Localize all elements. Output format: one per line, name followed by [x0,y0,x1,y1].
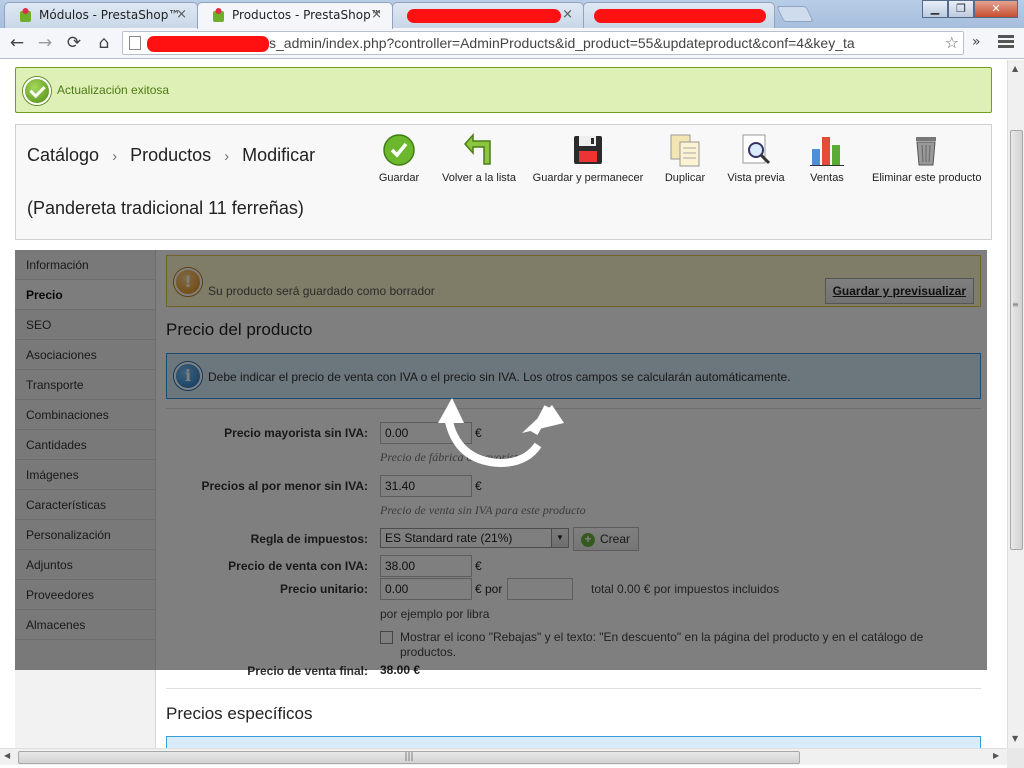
browser-tab-redacted-2[interactable] [583,2,775,28]
address-bar[interactable]: s_admin/index.php?controller=AdminProduc… [122,31,964,55]
loading-overlay [15,250,987,670]
page-icon [129,36,141,50]
maximize-window-button[interactable]: ❐ [948,0,974,18]
new-tab-button[interactable] [776,6,814,22]
success-message: Actualización exitosa [57,83,170,97]
browser-tab-redacted-1[interactable]: × [392,2,584,28]
success-check-icon [23,77,51,105]
page-title: (Pandereta tradicional 11 ferreñas) [27,198,304,218]
back-to-list-label: Volver a la lista [442,172,516,184]
back-to-list-button[interactable]: Volver a la lista [436,133,522,184]
duplicate-label: Duplicar [664,172,706,184]
scroll-left-icon[interactable]: ◀ [4,751,10,760]
close-window-button[interactable]: ✕ [974,0,1018,18]
save-and-stay-button[interactable]: Guardar y permanecer [528,133,648,184]
preview-label: Vista previa [727,172,785,184]
floppy-disk-icon [571,133,605,167]
prestashop-favicon-icon [20,8,31,22]
duplicate-button[interactable]: Duplicar [659,133,711,184]
success-alert: Actualización exitosa [15,67,992,113]
redaction-bar [594,9,766,23]
bar-chart-icon [810,133,844,167]
close-tab-icon[interactable]: × [371,7,382,22]
scroll-down-icon[interactable]: ▼ [1012,734,1018,743]
breadcrumb: Catálogo › Productos › Modificar [27,145,315,166]
forward-arrow-icon[interactable]: → [34,32,56,54]
scroll-right-icon[interactable]: ▶ [993,751,999,760]
save-label: Guardar [378,172,420,184]
back-arrow-icon [462,133,496,167]
delete-product-label: Eliminar este producto [872,172,982,184]
horizontal-scrollbar[interactable]: ◀ ||| ▶ [0,748,1007,765]
reload-icon[interactable]: ⟳ [63,32,85,54]
scroll-grip-icon: ≡ [1012,300,1019,309]
breadcrumb-item: Modificar [242,145,316,165]
browser-tab-modulos[interactable]: Módulos - PrestaShop™ × [4,2,198,28]
breadcrumb-separator: › [224,148,230,165]
specific-prices-title: Precios específicos [166,704,313,723]
specific-prices-info-box [166,736,981,748]
browser-tab-label: Productos - PrestaShop™ [232,8,383,22]
save-button[interactable]: Guardar [366,133,432,184]
breadcrumb-separator: › [112,148,118,165]
breadcrumb-item[interactable]: Productos [130,145,211,165]
duplicate-pages-icon [668,133,702,167]
magnifier-page-icon [739,133,773,167]
redaction-bar [407,9,561,23]
vertical-scrollbar[interactable]: ▲ ≡ ▼ [1007,60,1024,748]
prestashop-favicon-icon [213,8,224,22]
browser-menu-icon[interactable] [998,35,1014,49]
vertical-scroll-thumb[interactable] [1010,130,1023,550]
browser-tab-label: Módulos - PrestaShop™ [39,8,181,22]
overflow-chevron-icon[interactable]: » [972,34,981,50]
horizontal-scroll-thumb[interactable]: ||| [18,751,800,764]
scroll-up-icon[interactable]: ▲ [1012,64,1018,73]
home-icon[interactable]: ⌂ [93,32,115,54]
browser-toolbar: ← → ⟳ ⌂ s_admin/index.php?controller=Adm… [0,28,1024,59]
save-and-stay-label: Guardar y permanecer [532,172,644,184]
breadcrumb-item[interactable]: Catálogo [27,145,99,165]
divider [166,688,981,689]
address-url: s_admin/index.php?controller=AdminProduc… [269,35,855,51]
close-tab-icon[interactable]: × [176,7,187,22]
sales-button[interactable]: Ventas [800,133,854,184]
back-arrow-icon[interactable]: ← [6,32,28,54]
redaction-bar [147,36,269,52]
sales-label: Ventas [810,172,844,184]
browser-tab-bar: Módulos - PrestaShop™ × Productos - Pres… [0,0,1024,29]
minimize-window-button[interactable]: ▁ [922,0,948,18]
close-tab-icon[interactable]: × [562,7,573,22]
delete-product-button[interactable]: Eliminar este producto [872,133,982,184]
trash-can-icon [909,133,943,167]
page-toolbar: Catálogo › Productos › Modificar (Pandereta … [15,124,992,240]
browser-tab-productos[interactable]: Productos - PrestaShop™ × [197,2,393,29]
page-viewport: Actualización exitosa Catálogo › Productos… [0,60,1007,748]
window-controls: ▁ ❐ ✕ [922,0,1018,18]
preview-button[interactable]: Vista previa [724,133,788,184]
bookmark-star-icon[interactable]: ☆ [945,33,959,52]
check-circle-icon [382,133,416,167]
scrollbar-corner [1007,748,1024,768]
loading-spinner-icon [438,398,564,468]
